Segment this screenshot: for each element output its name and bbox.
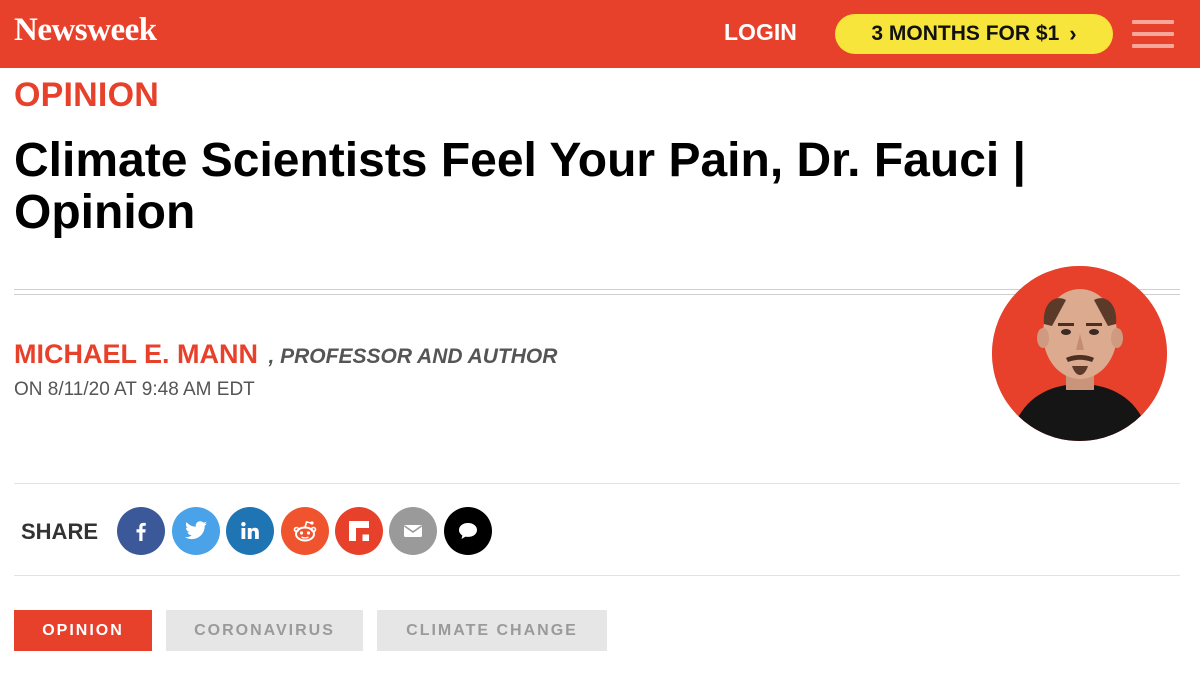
author-avatar[interactable] (992, 266, 1167, 441)
comment-button[interactable] (444, 507, 492, 555)
share-label: SHARE (21, 519, 99, 544)
hamburger-menu-icon[interactable] (1132, 20, 1174, 48)
linkedin-icon (241, 522, 259, 539)
comment-icon (459, 523, 477, 539)
chevron-right-icon: › (1069, 21, 1077, 46)
twitter-share-button[interactable] (172, 507, 220, 555)
email-share-button[interactable] (389, 507, 437, 555)
reddit-share-button[interactable] (281, 507, 329, 555)
top-nav-bar: Newsweek LOGIN 3 MONTHS FOR $1 › (0, 0, 1200, 68)
author-role: , PROFESSOR AND AUTHOR (268, 345, 558, 368)
tag-opinion[interactable]: OPINION (14, 610, 152, 651)
author-name-link[interactable]: MICHAEL E. MANN (14, 339, 258, 369)
facebook-icon (136, 522, 146, 541)
share-top-divider (14, 483, 1180, 484)
linkedin-share-button[interactable] (226, 507, 274, 555)
tag-climate-change[interactable]: CLIMATE CHANGE (377, 610, 607, 651)
email-icon (404, 525, 422, 537)
login-link[interactable]: LOGIN (724, 19, 797, 46)
newsweek-logo[interactable]: Newsweek (14, 12, 157, 49)
headline-divider (14, 289, 1180, 295)
author-photo-image (992, 266, 1167, 441)
facebook-share-button[interactable] (117, 507, 165, 555)
section-kicker[interactable]: OPINION (14, 76, 159, 115)
promo-label: 3 MONTHS FOR $1 (871, 22, 1060, 45)
reddit-icon (293, 521, 317, 542)
publish-date: ON 8/11/20 AT 9:48 AM EDT (14, 379, 255, 400)
flipboard-icon (349, 521, 369, 541)
article-headline: Climate Scientists Feel Your Pain, Dr. F… (14, 134, 1026, 239)
byline: MICHAEL E. MANN , PROFESSOR AND AUTHOR (14, 339, 557, 370)
subscribe-promo-button[interactable]: 3 MONTHS FOR $1 › (835, 14, 1113, 54)
share-bottom-divider (14, 575, 1180, 576)
tag-coronavirus[interactable]: CORONAVIRUS (166, 610, 363, 651)
twitter-icon (185, 521, 207, 540)
flipboard-share-button[interactable] (335, 507, 383, 555)
